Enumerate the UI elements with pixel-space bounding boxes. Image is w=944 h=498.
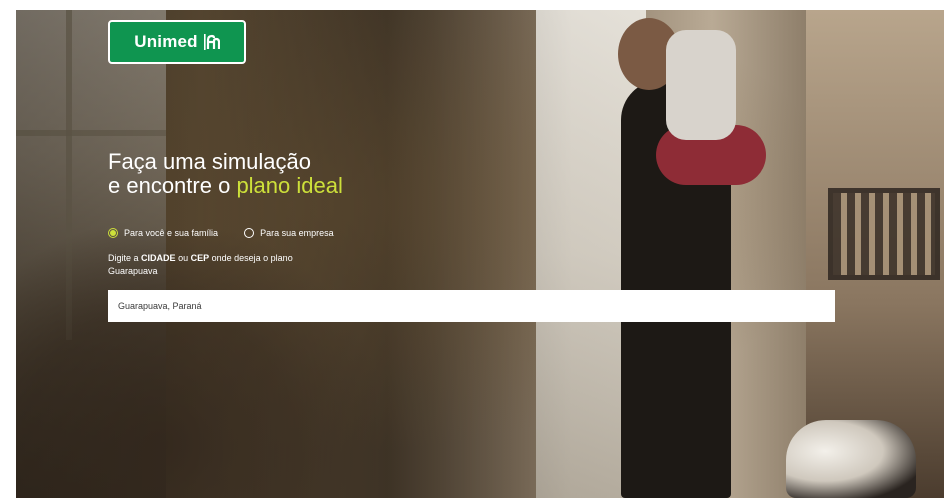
radio-selected-icon[interactable] <box>108 228 118 238</box>
location-helper-text: Digite a CIDADE ou CEP onde deseja o pla… <box>108 252 388 278</box>
hero-title-highlight: plano ideal <box>236 173 343 198</box>
plan-type-radio-group: Para você e sua família Para sua empresa <box>108 228 334 238</box>
unimed-tree-icon <box>203 34 220 50</box>
helper-suffix: onde deseja o plano <box>211 253 293 263</box>
detected-city: Guarapuava <box>108 266 158 276</box>
radio-option-company[interactable]: Para sua empresa <box>244 228 334 238</box>
unimed-logo[interactable]: Unimed <box>108 20 246 64</box>
helper-city: CIDADE <box>141 253 176 263</box>
helper-cep: CEP <box>190 253 210 263</box>
hero-title-prefix: e encontre o <box>108 173 231 198</box>
logo-text: Unimed <box>134 32 198 51</box>
hero-title-line1: Faça uma simulação <box>108 149 311 174</box>
radio-label-company: Para sua empresa <box>260 228 334 238</box>
helper-or: ou <box>178 253 189 263</box>
helper-prefix: Digite a <box>108 253 139 263</box>
radio-unselected-icon[interactable] <box>244 228 255 238</box>
radio-label-family: Para você e sua família <box>124 228 219 238</box>
hero-title-line2: e encontre o plano ideal <box>108 174 343 198</box>
location-search-input[interactable] <box>108 290 835 322</box>
radio-option-family[interactable]: Para você e sua família <box>108 228 218 238</box>
